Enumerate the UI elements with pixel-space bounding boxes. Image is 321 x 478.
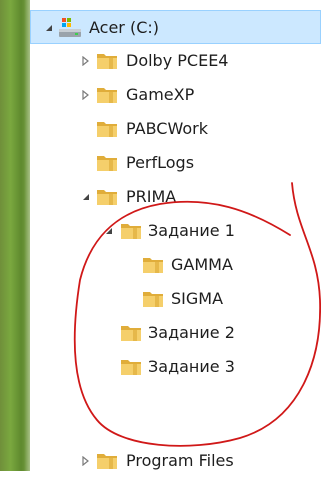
tree-item-label: Acer (C:): [89, 18, 160, 37]
tree-item-label: PABCWork: [126, 119, 208, 138]
tree-item-zadanie-3[interactable]: Задание 3: [30, 350, 321, 384]
expand-arrow-icon[interactable]: [81, 192, 91, 202]
collapsed-arrow-icon[interactable]: [81, 90, 91, 100]
tree-item-drive-c[interactable]: Acer (C:): [30, 10, 321, 44]
navigation-tree: Acer (C:) Dolby PCEE4 GameXP PABCWork Pe…: [30, 0, 321, 471]
collapsed-arrow-icon[interactable]: [81, 456, 91, 466]
tree-item-label: Program Files: [126, 451, 234, 470]
folder-icon: [142, 254, 164, 276]
tree-item-label: Dolby PCEE4: [126, 51, 229, 70]
tree-item-label: SIGMA: [171, 289, 224, 308]
folder-icon: [120, 356, 142, 378]
folder-icon: [96, 186, 118, 208]
expand-arrow-icon[interactable]: [104, 226, 114, 236]
tree-item-gamma[interactable]: GAMMA: [30, 248, 321, 282]
folder-icon: [96, 152, 118, 174]
expand-arrow-icon[interactable]: [44, 23, 54, 33]
tree-item-label: GAMMA: [171, 255, 233, 274]
tree-item-program-files[interactable]: Program Files: [30, 444, 321, 478]
folder-icon: [96, 450, 118, 472]
tree-item-sigma[interactable]: SIGMA: [30, 282, 321, 316]
folder-icon: [96, 84, 118, 106]
folder-icon: [142, 288, 164, 310]
tree-item-label: GameXP: [126, 85, 195, 104]
tree-item-perflogs[interactable]: PerfLogs: [30, 146, 321, 180]
tree-item-gamexp[interactable]: GameXP: [30, 78, 321, 112]
desktop-background-strip: [0, 0, 30, 471]
tree-item-label: Задание 1: [148, 221, 235, 240]
tree-item-label: Задание 3: [148, 357, 235, 376]
tree-item-zadanie-1[interactable]: Задание 1: [30, 214, 321, 248]
tree-item-pabcwork[interactable]: PABCWork: [30, 112, 321, 146]
tree-item-prima[interactable]: PRIMA: [30, 180, 321, 214]
tree-item-label: PRIMA: [126, 187, 177, 206]
tree-item-zadanie-2[interactable]: Задание 2: [30, 316, 321, 350]
tree-item-label: PerfLogs: [126, 153, 195, 172]
drive-icon: [57, 17, 83, 39]
folder-icon: [120, 220, 142, 242]
folder-icon: [96, 118, 118, 140]
tree-item-label: Задание 2: [148, 323, 235, 342]
folder-icon: [120, 322, 142, 344]
tree-item-dolby-pcee4[interactable]: Dolby PCEE4: [30, 44, 321, 78]
collapsed-arrow-icon[interactable]: [81, 56, 91, 66]
folder-icon: [96, 50, 118, 72]
